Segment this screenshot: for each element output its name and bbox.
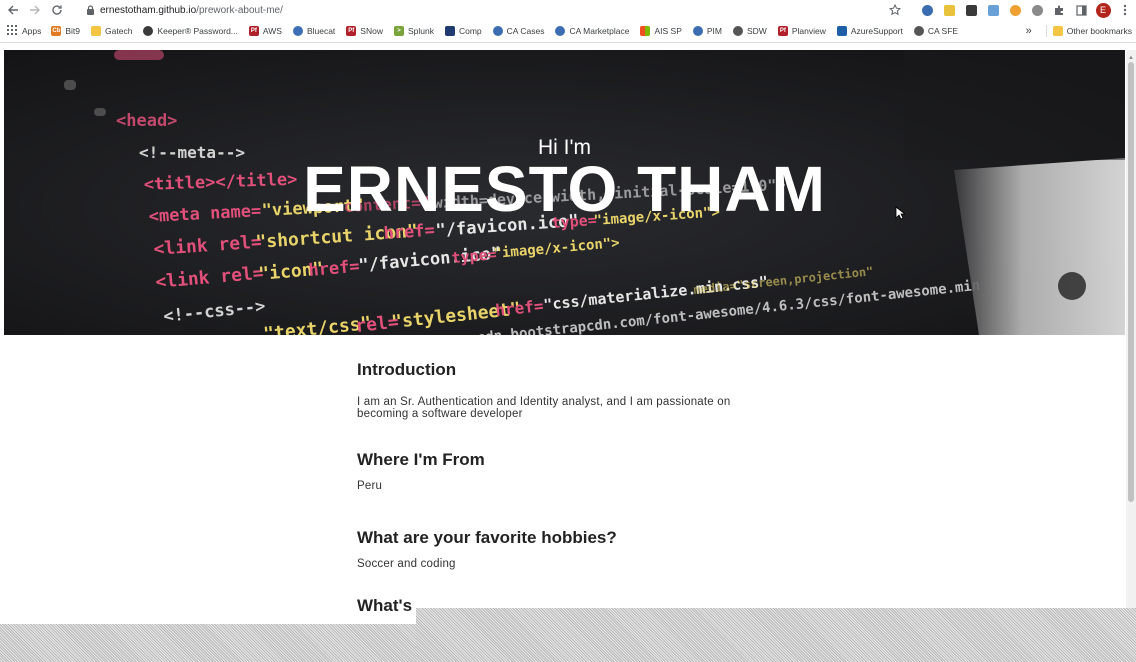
scroll-up-icon[interactable]: ▲ [1128, 55, 1134, 61]
section-heading: Introduction [357, 360, 457, 379]
section-where-from: Where I'm From [357, 450, 777, 480]
bookmark-label: Keeper® Password... [157, 26, 238, 36]
bookmark-label: Bit9 [65, 26, 81, 36]
bookmark-label: Bluecat [306, 26, 336, 36]
section-text: Peru [357, 480, 383, 492]
bookmark-label: AzureSupport [850, 26, 903, 36]
hero-name: ERNESTO THAM [303, 153, 826, 225]
section-text: I am an Sr. Authentication and Identity … [357, 396, 731, 420]
bookmark-bit9[interactable]: Cb Bit9 [51, 21, 80, 41]
bookmark-splunk[interactable]: > Splunk [393, 21, 434, 41]
other-bookmarks-button[interactable]: Other bookmarks [1052, 21, 1132, 41]
bookmark-gatech[interactable]: Gatech [91, 21, 132, 41]
bookmark-label: Gatech [105, 26, 133, 36]
bookmark-label: AWS [262, 26, 282, 36]
profile-initial: E [1095, 2, 1111, 18]
globe-icon [733, 26, 743, 36]
bookmark-label: CA Cases [506, 26, 545, 36]
bookmark-sdw[interactable]: SDW [733, 21, 767, 41]
bookmark-ca-sfe[interactable]: CA SFE [913, 21, 959, 41]
url-path: /prework-about-me/ [196, 4, 283, 16]
globe-icon [913, 26, 924, 36]
bookmark-label: Comp [458, 26, 482, 36]
comp-icon [444, 26, 455, 36]
bookmark-ais-sp[interactable]: AIS SP [640, 21, 682, 41]
pf-icon: Pf [248, 26, 259, 36]
apps-grid-icon [7, 25, 17, 37]
section-heading: Where I'm From [357, 450, 485, 469]
ca-icon [692, 26, 703, 36]
bookmark-label: PIM [706, 26, 722, 36]
extension-dark-icon[interactable] [960, 0, 982, 20]
lock-icon[interactable] [82, 0, 98, 20]
bookmark-label: Apps [22, 26, 42, 36]
capture-artifact [0, 624, 416, 662]
pf-icon: Pf [346, 26, 357, 36]
hero-banner: <head> <!--meta--> <title></title> <meta… [4, 50, 1125, 335]
pf-icon: Pf [777, 26, 788, 36]
bookmark-label: SDW [747, 26, 767, 36]
bookmark-label: Planview [791, 26, 826, 36]
bookmark-label: AIS SP [654, 26, 682, 36]
sidebar-panel-icon[interactable] [1070, 0, 1092, 20]
kebab-menu-icon[interactable] [1114, 0, 1136, 20]
windows-icon [640, 26, 651, 36]
bluecat-icon [292, 26, 303, 36]
reload-icon[interactable] [46, 0, 68, 20]
bookmark-label: Splunk [407, 26, 434, 36]
ca-icon [492, 26, 503, 36]
url-host: ernestotham.github.io [100, 4, 197, 16]
scrollbar-thumb[interactable] [1128, 62, 1134, 502]
extension-arrow-icon[interactable] [1004, 0, 1026, 20]
toolbar-right: E [884, 0, 1136, 20]
ca-icon [555, 26, 566, 36]
mouse-cursor-icon [895, 206, 905, 220]
capture-artifact [416, 608, 1136, 662]
folder-icon [1052, 26, 1063, 36]
bookmark-apps[interactable]: Apps [7, 21, 41, 41]
bookmark-ca-cases[interactable]: CA Cases [492, 21, 545, 41]
bookmark-label: CA SFE [927, 26, 959, 36]
svg-text:<head>: <head> [116, 111, 177, 131]
star-icon[interactable] [884, 0, 906, 20]
splunk-icon: > [393, 26, 404, 36]
back-arrow-icon[interactable] [2, 0, 24, 20]
section-heading: What are your favorite hobbies? [357, 528, 617, 547]
bit9-icon: Cb [51, 26, 62, 36]
bookmark-ca-marketplace[interactable]: CA Marketplace [555, 21, 629, 41]
address-bar-row: ernestotham.github.io/prework-about-me/ … [0, 0, 1136, 20]
bookmark-label: SNow [360, 26, 383, 36]
bookmark-keeper[interactable]: Keeper® Password... [143, 21, 238, 41]
folder-icon [91, 26, 102, 36]
extension-grid-icon[interactable] [982, 0, 1004, 20]
bookmark-pim[interactable]: PIM [692, 21, 722, 41]
bookmark-label: CA Marketplace [569, 26, 630, 36]
bookmarks-right: » Other bookmarks [1026, 21, 1132, 41]
bookmark-separator [1045, 25, 1047, 37]
extension-ca-icon[interactable] [916, 0, 938, 20]
main-content: Introduction I am an Sr. Authentication … [357, 360, 777, 626]
bookmark-planview[interactable]: Pf Planview [777, 21, 826, 41]
bookmark-snow[interactable]: Pf SNow [346, 21, 383, 41]
url-field[interactable]: ernestotham.github.io/prework-about-me/ [100, 5, 283, 16]
bookmark-bluecat[interactable]: Bluecat [292, 21, 336, 41]
section-hobbies: What are your favorite hobbies? [357, 528, 777, 558]
forward-arrow-icon[interactable] [24, 0, 46, 20]
bookmarks-bar: Apps Cb Bit9 Gatech Keeper® Password... … [0, 21, 1136, 41]
puzzle-icon[interactable] [1048, 0, 1070, 20]
section-introduction: Introduction [357, 360, 777, 396]
azure-icon [836, 26, 847, 36]
bookmark-azuresupport[interactable]: AzureSupport [836, 21, 903, 41]
extension-settings-icon[interactable] [1026, 0, 1048, 20]
extension-notes-icon[interactable] [938, 0, 960, 20]
more-bookmarks-button[interactable]: » [1026, 21, 1032, 41]
section-text: Soccer and coding [357, 558, 456, 570]
other-bookmarks-label: Other bookmarks [1066, 26, 1132, 36]
bookmark-comp[interactable]: Comp [444, 21, 482, 41]
toolbar-divider [0, 42, 1136, 43]
profile-avatar[interactable]: E [1092, 0, 1114, 20]
bookmark-aws[interactable]: Pf AWS [248, 21, 282, 41]
keeper-icon [143, 26, 154, 36]
